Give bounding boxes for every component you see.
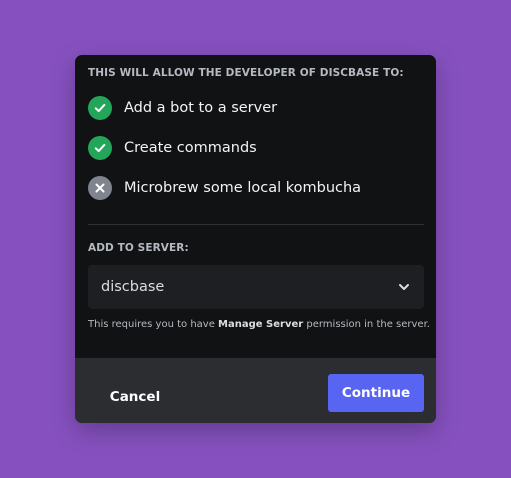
add-to-server-heading: ADD TO SERVER: [88, 242, 189, 254]
permission-label: Create commands [124, 140, 257, 156]
chevron-down-icon [397, 280, 411, 294]
permission-item-add-bot: Add a bot to a server [88, 96, 277, 120]
modal-footer: Cancel Continue [75, 358, 436, 423]
continue-button[interactable]: Continue [328, 374, 424, 412]
cancel-button[interactable]: Cancel [103, 378, 167, 416]
permission-note: This requires you to have Manage Server … [88, 319, 430, 330]
note-suffix: permission in the server. [303, 319, 430, 330]
check-icon [88, 96, 112, 120]
x-icon [88, 176, 112, 200]
authorize-modal: THIS WILL ALLOW THE DEVELOPER OF DISCBAS… [75, 55, 436, 423]
server-select-value: discbase [101, 279, 165, 295]
server-select[interactable]: discbase [88, 265, 424, 309]
permissions-heading: THIS WILL ALLOW THE DEVELOPER OF DISCBAS… [88, 67, 404, 79]
permission-label: Microbrew some local kombucha [124, 180, 362, 196]
permission-item-kombucha: Microbrew some local kombucha [88, 176, 361, 200]
permission-item-create-commands: Create commands [88, 136, 257, 160]
note-prefix: This requires you to have [88, 319, 219, 330]
permission-label: Add a bot to a server [124, 100, 278, 116]
note-permission-name: Manage Server [218, 319, 304, 330]
check-icon [88, 136, 112, 160]
divider [88, 224, 424, 225]
